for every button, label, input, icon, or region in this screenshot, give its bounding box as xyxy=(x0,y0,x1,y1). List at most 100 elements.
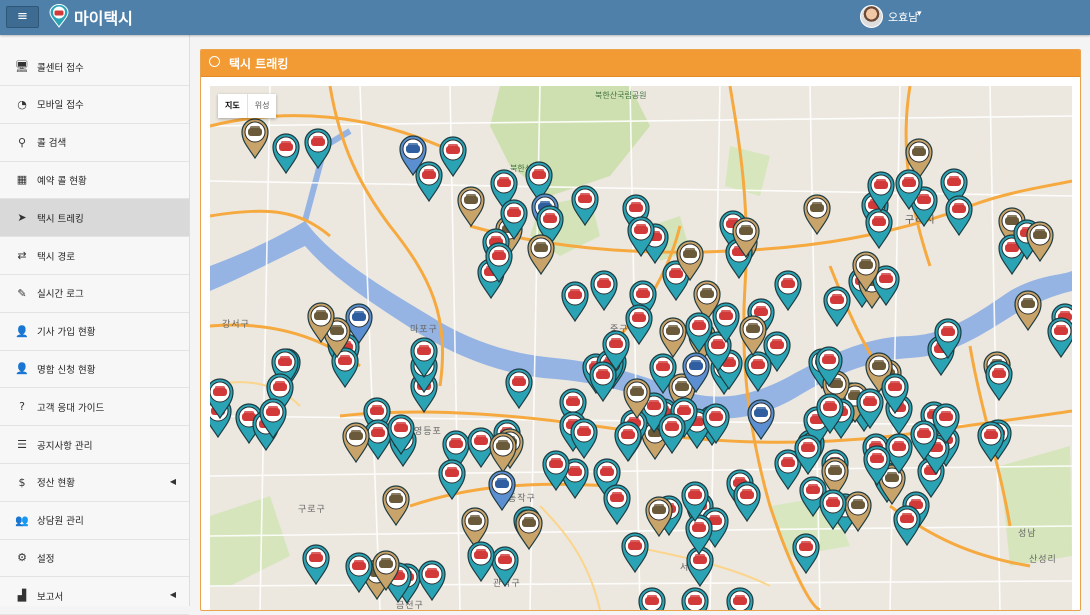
taxi-marker-idle[interactable] xyxy=(306,301,336,343)
sidebar-item-0[interactable]: 🖥 콜센터 접수 xyxy=(0,48,189,86)
taxi-marker-idle[interactable] xyxy=(1013,289,1043,331)
taxi-marker[interactable] xyxy=(684,311,714,353)
taxi-marker[interactable] xyxy=(818,488,848,531)
sidebar-item-3[interactable]: ▦ 예약 콜 현황 xyxy=(0,161,189,200)
taxi-marker[interactable] xyxy=(303,127,333,169)
rss-icon: ◔ xyxy=(17,97,27,111)
taxi-marker-idle[interactable] xyxy=(381,484,411,526)
taxi-marker[interactable] xyxy=(892,504,922,547)
taxi-marker-selected[interactable] xyxy=(681,351,711,393)
taxi-marker[interactable] xyxy=(944,194,974,237)
taxi-marker-idle[interactable] xyxy=(514,508,544,550)
taxi-marker[interactable] xyxy=(862,444,892,487)
taxi-marker[interactable] xyxy=(484,241,514,283)
avatar[interactable] xyxy=(860,5,883,28)
sidebar-item-14[interactable]: ▟ 보고서 ◀ xyxy=(0,577,189,615)
taxi-marker-idle[interactable] xyxy=(738,314,768,357)
taxi-marker[interactable] xyxy=(438,135,468,177)
taxi-marker-idle[interactable] xyxy=(731,216,761,258)
sidebar-item-13[interactable]: ⚙ 설정 xyxy=(0,539,189,578)
taxi-marker-selected[interactable] xyxy=(398,134,428,176)
taxi-marker[interactable] xyxy=(773,269,803,312)
taxi-marker-selected[interactable] xyxy=(746,398,776,441)
taxi-marker[interactable] xyxy=(864,207,894,249)
sidebar-item-8[interactable]: 👤 명함 신청 현황 xyxy=(0,350,189,389)
taxi-marker[interactable] xyxy=(815,392,845,434)
taxi-marker[interactable] xyxy=(541,449,571,491)
taxi-marker-idle[interactable] xyxy=(644,495,674,537)
taxi-marker[interactable] xyxy=(437,458,467,500)
taxi-marker[interactable] xyxy=(271,132,301,174)
taxi-marker[interactable] xyxy=(984,359,1014,401)
taxi-marker[interactable] xyxy=(743,350,773,393)
taxi-marker[interactable] xyxy=(637,586,667,610)
taxi-marker[interactable] xyxy=(301,543,331,585)
taxi-marker-idle[interactable] xyxy=(851,250,881,292)
taxi-marker[interactable] xyxy=(386,413,416,456)
app-title[interactable]: 마이택시 xyxy=(74,5,133,29)
sidebar-item-6[interactable]: ✎ 실시간 로그 xyxy=(0,275,189,313)
sidebar-item-5[interactable]: ⇄ 택시 경로 xyxy=(0,237,189,275)
taxi-marker[interactable] xyxy=(417,559,447,602)
sidebar-item-12[interactable]: 👥 상담원 관리 xyxy=(0,502,189,540)
taxi-marker[interactable] xyxy=(570,184,600,226)
taxi-marker[interactable] xyxy=(701,402,731,444)
map-type-satellite-button[interactable]: 위성 xyxy=(246,94,277,118)
taxi-marker[interactable] xyxy=(909,419,939,462)
taxi-marker[interactable] xyxy=(589,269,619,312)
sidebar-item-9[interactable]: ? 고객 응대 가이드 xyxy=(0,388,189,427)
taxi-marker[interactable] xyxy=(620,531,650,574)
taxi-marker[interactable] xyxy=(880,372,910,414)
taxi-marker-idle[interactable] xyxy=(456,185,486,228)
taxi-marker[interactable] xyxy=(793,433,823,475)
sidebar-item-11[interactable]: $ 정산 현황 ◀ xyxy=(0,464,189,502)
taxi-marker[interactable] xyxy=(1046,316,1072,358)
sidebar: 🖥 콜센터 접수 ◔ 모바일 접수 ⚲ 콜 검색 ▦ 예약 콜 현황 ➤ 택시 트레킹 ⇄ 택시 경로… xyxy=(0,35,190,615)
user-icon: 👤 xyxy=(15,362,29,376)
taxi-marker[interactable] xyxy=(588,360,618,402)
taxi-marker-idle[interactable] xyxy=(240,117,270,160)
sidebar-item-7[interactable]: 👤 기사 가입 현황 xyxy=(0,313,189,351)
taxi-marker[interactable] xyxy=(791,532,821,575)
taxi-marker[interactable] xyxy=(822,285,852,328)
taxi-marker[interactable] xyxy=(680,586,710,610)
taxi-marker[interactable] xyxy=(210,377,235,419)
taxi-marker-selected[interactable] xyxy=(487,469,517,512)
taxi-marker[interactable] xyxy=(409,336,439,378)
taxi-marker[interactable] xyxy=(976,420,1006,463)
user-name[interactable]: 오효남 xyxy=(888,9,918,25)
taxi-marker-idle[interactable] xyxy=(675,239,705,282)
sidebar-item-1[interactable]: ◔ 모바일 접수 xyxy=(0,86,189,124)
taxi-marker[interactable] xyxy=(933,317,963,359)
taxi-marker[interactable] xyxy=(680,480,710,523)
taxi-marker-idle[interactable] xyxy=(526,233,556,275)
sidebar-item-label: 택시 트레킹 xyxy=(37,213,84,225)
sidebar-item-10[interactable]: ☰ 공지사항 관리 xyxy=(0,426,189,464)
menu-toggle-button[interactable]: ≡ xyxy=(6,6,39,28)
taxi-marker-idle[interactable] xyxy=(802,193,832,235)
taxi-marker[interactable] xyxy=(866,170,896,213)
taxi-marker[interactable] xyxy=(894,168,924,211)
taxi-marker[interactable] xyxy=(711,301,741,344)
taxi-marker-idle[interactable] xyxy=(341,421,371,464)
taxi-marker[interactable] xyxy=(504,367,534,410)
taxi-marker[interactable] xyxy=(732,480,762,522)
taxi-marker[interactable] xyxy=(725,586,755,610)
taxi-marker[interactable] xyxy=(814,345,844,388)
taxi-marker-idle[interactable] xyxy=(488,431,518,473)
taxi-marker[interactable] xyxy=(626,215,656,257)
sidebar-item-4[interactable]: ➤ 택시 트레킹 xyxy=(0,199,189,238)
taxi-marker[interactable] xyxy=(560,280,590,322)
taxi-marker-idle[interactable] xyxy=(1025,220,1055,262)
sidebar-item-2[interactable]: ⚲ 콜 검색 xyxy=(0,124,189,162)
taxi-marker[interactable] xyxy=(569,417,599,460)
taxi-marker[interactable] xyxy=(602,483,632,525)
map-type-map-button[interactable]: 지도 xyxy=(218,94,247,118)
taxi-marker[interactable] xyxy=(466,540,496,582)
taxi-marker[interactable] xyxy=(258,397,288,439)
taxi-marker[interactable] xyxy=(657,412,687,455)
taxi-marker-idle[interactable] xyxy=(371,549,401,591)
taxi-marker-idle[interactable] xyxy=(622,377,652,419)
chevron-down-icon[interactable]: ▾ xyxy=(917,9,922,19)
map-view[interactable]: 지도 위성 북한산국립공원북한산국립구리시강서구마포구중구영등포동작구구로구서초… xyxy=(210,86,1072,610)
